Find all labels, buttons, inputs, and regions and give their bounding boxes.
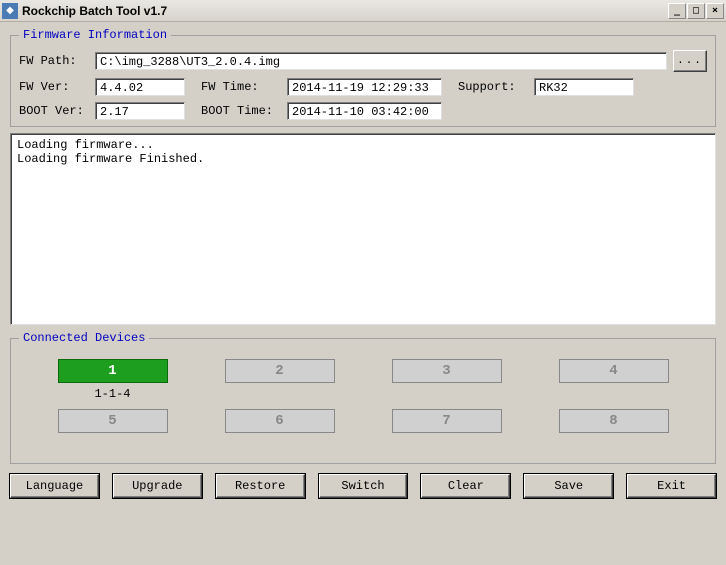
- fw-path-field[interactable]: C:\img_3288\UT3_2.0.4.img: [95, 52, 667, 70]
- window-controls: _ □ ×: [667, 3, 724, 19]
- upgrade-button[interactable]: Upgrade: [113, 474, 202, 498]
- fw-ver-label: FW Ver:: [19, 80, 89, 94]
- device-button-7[interactable]: 7: [392, 409, 502, 433]
- support-field: RK32: [534, 78, 634, 96]
- fw-time-label: FW Time:: [201, 80, 281, 94]
- device-slot-2: 2: [206, 359, 353, 401]
- device-button-1[interactable]: 1: [58, 359, 168, 383]
- titlebar: ◆ Rockchip Batch Tool v1.7 _ □ ×: [0, 0, 726, 22]
- device-button-4[interactable]: 4: [559, 359, 669, 383]
- device-label-1: 1-1-4: [94, 387, 130, 401]
- device-button-6[interactable]: 6: [225, 409, 335, 433]
- device-slot-1: 1 1-1-4: [39, 359, 186, 401]
- firmware-info-legend: Firmware Information: [19, 28, 171, 42]
- device-button-3[interactable]: 3: [392, 359, 502, 383]
- device-slot-3: 3: [373, 359, 520, 401]
- log-output[interactable]: Loading firmware... Loading firmware Fin…: [10, 133, 716, 325]
- maximize-button[interactable]: □: [687, 3, 705, 19]
- device-slot-6: 6: [206, 409, 353, 451]
- language-button[interactable]: Language: [10, 474, 99, 498]
- device-button-5[interactable]: 5: [58, 409, 168, 433]
- switch-button[interactable]: Switch: [319, 474, 408, 498]
- device-button-8[interactable]: 8: [559, 409, 669, 433]
- boot-ver-field: 2.17: [95, 102, 185, 120]
- fw-time-field: 2014-11-19 12:29:33: [287, 78, 442, 96]
- exit-button[interactable]: Exit: [627, 474, 716, 498]
- device-button-2[interactable]: 2: [225, 359, 335, 383]
- device-slot-5: 5: [39, 409, 186, 451]
- log-line: Loading firmware...: [17, 138, 154, 152]
- restore-button[interactable]: Restore: [216, 474, 305, 498]
- log-line: Loading firmware Finished.: [17, 152, 204, 166]
- close-button[interactable]: ×: [706, 3, 724, 19]
- connected-devices-group: Connected Devices 1 1-1-4 2 3 4 5: [10, 331, 716, 464]
- clear-button[interactable]: Clear: [421, 474, 510, 498]
- boot-time-label: BOOT Time:: [201, 104, 281, 118]
- support-label: Support:: [458, 80, 528, 94]
- fw-ver-field: 4.4.02: [95, 78, 185, 96]
- device-slot-7: 7: [373, 409, 520, 451]
- device-slot-8: 8: [540, 409, 687, 451]
- connected-devices-legend: Connected Devices: [19, 331, 149, 345]
- window-title: Rockchip Batch Tool v1.7: [22, 4, 667, 18]
- boot-ver-label: BOOT Ver:: [19, 104, 89, 118]
- device-slot-4: 4: [540, 359, 687, 401]
- firmware-info-group: Firmware Information FW Path: C:\img_328…: [10, 28, 716, 127]
- minimize-button[interactable]: _: [668, 3, 686, 19]
- browse-button[interactable]: ...: [673, 50, 707, 72]
- bottom-toolbar: Language Upgrade Restore Switch Clear Sa…: [10, 470, 716, 498]
- boot-time-field: 2014-11-10 03:42:00: [287, 102, 442, 120]
- app-icon: ◆: [2, 3, 18, 19]
- content: Firmware Information FW Path: C:\img_328…: [0, 22, 726, 506]
- save-button[interactable]: Save: [524, 474, 613, 498]
- fw-path-label: FW Path:: [19, 54, 89, 68]
